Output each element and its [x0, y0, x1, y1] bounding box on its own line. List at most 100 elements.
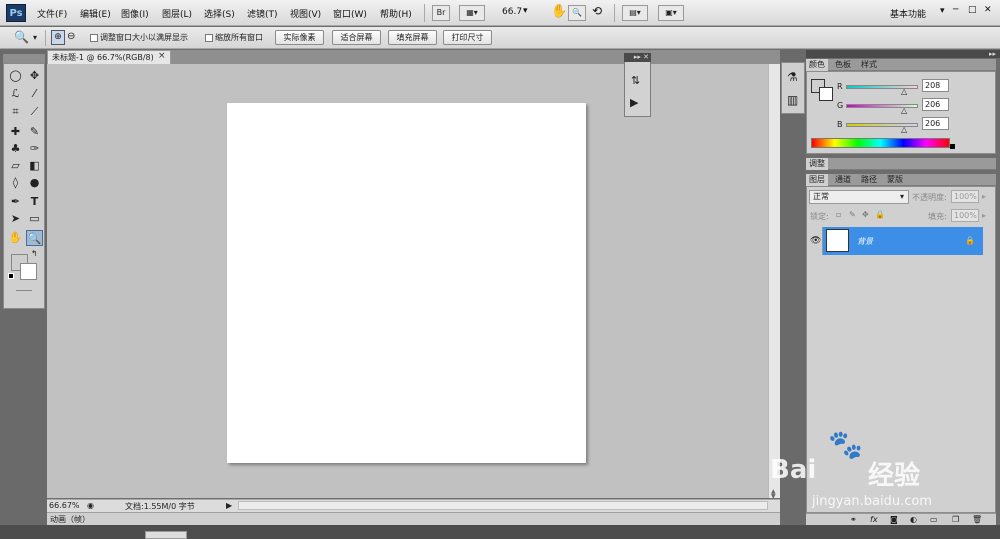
menu-view[interactable]: 视图(V): [290, 7, 321, 20]
tab-paths[interactable]: 路径: [858, 174, 880, 186]
status-arrow-icon[interactable]: ▶: [226, 501, 232, 510]
g-slider-thumb[interactable]: △: [901, 106, 907, 115]
link-layers-icon[interactable]: ⚭: [850, 515, 857, 524]
zoom-in-icon[interactable]: ⊕: [51, 30, 65, 45]
delete-layer-icon[interactable]: 🗑: [972, 515, 982, 524]
g-slider[interactable]: [846, 104, 918, 108]
add-mask-icon[interactable]: ◙: [890, 515, 898, 524]
menu-select[interactable]: 选择(S): [204, 7, 235, 20]
opacity-field[interactable]: 100%: [951, 190, 979, 203]
clone-source-icon[interactable]: ⇅: [631, 74, 640, 87]
brush-tool-icon[interactable]: ✎: [26, 124, 43, 140]
chevron-down-icon[interactable]: ▾: [33, 33, 37, 42]
document-canvas[interactable]: [227, 103, 586, 463]
tab-adjustments[interactable]: 调整: [806, 158, 828, 170]
zoom-tool-preset-icon[interactable]: 🔍: [14, 30, 29, 44]
b-slider-thumb[interactable]: △: [901, 125, 907, 134]
gradient-tool-icon[interactable]: ◧: [26, 158, 43, 174]
resize-windows-checkbox[interactable]: [90, 34, 98, 42]
menu-file[interactable]: 文件(F): [37, 7, 67, 20]
layer-style-icon[interactable]: fx: [870, 515, 878, 524]
tab-channels[interactable]: 通道: [832, 174, 854, 186]
tab-styles[interactable]: 样式: [858, 59, 880, 71]
new-layer-icon[interactable]: ❐: [952, 515, 959, 524]
layer-comps-icon[interactable]: ▥: [787, 93, 798, 107]
fit-screen-button[interactable]: 适合屏幕: [332, 30, 381, 45]
eyedropper-tool-icon[interactable]: ⟋: [26, 104, 43, 120]
zoom-tool-icon[interactable]: 🔍: [26, 230, 43, 246]
zoom-tool-button[interactable]: 🔍: [568, 5, 586, 21]
chevron-down-icon[interactable]: ▾: [940, 6, 945, 16]
chevron-down-icon[interactable]: ▾: [900, 192, 904, 201]
screen-mode-button[interactable]: ▣▾: [658, 5, 684, 21]
tab-color[interactable]: 颜色: [806, 59, 828, 71]
r-slider-thumb[interactable]: △: [901, 87, 907, 96]
crop-tool-icon[interactable]: ⌗: [7, 104, 24, 120]
clone-stamp-tool-icon[interactable]: ♣: [7, 141, 24, 157]
zoom-out-icon[interactable]: ⊖: [67, 31, 75, 42]
lock-all-icon[interactable]: 🔒: [875, 210, 885, 219]
blur-tool-icon[interactable]: ◊: [7, 175, 24, 191]
rotate-view-icon[interactable]: ⟲: [592, 4, 602, 18]
blend-mode-select[interactable]: 正常: [809, 190, 909, 204]
hand-tool-icon[interactable]: ✋: [7, 230, 24, 246]
fill-screen-button[interactable]: 填充屏幕: [388, 30, 437, 45]
lock-position-icon[interactable]: ✥: [862, 210, 869, 219]
arrange-documents-button[interactable]: ▤▾: [622, 5, 648, 21]
b-value-field[interactable]: 206: [922, 117, 949, 130]
eraser-tool-icon[interactable]: ▱: [7, 158, 24, 174]
workspace-switcher[interactable]: 基本功能: [890, 7, 926, 20]
menu-image[interactable]: 图像(I): [121, 7, 149, 20]
history-icon[interactable]: ⚗: [787, 70, 798, 84]
fill-arrow-icon[interactable]: ▸: [982, 211, 986, 220]
fill-field[interactable]: 100%: [951, 209, 979, 222]
status-menu-icon[interactable]: ◉: [87, 501, 94, 510]
color-panel-background[interactable]: [819, 87, 833, 101]
horizontal-scrollbar[interactable]: [238, 501, 768, 510]
menu-layer[interactable]: 图层(L): [162, 7, 192, 20]
tab-swatches[interactable]: 色板: [832, 59, 854, 71]
r-value-field[interactable]: 208: [922, 79, 949, 92]
adjustment-layer-icon[interactable]: ◐: [910, 515, 917, 524]
layer-name[interactable]: 背景: [857, 236, 873, 247]
spectrum-black-swatch[interactable]: [950, 144, 955, 149]
new-group-icon[interactable]: ▭: [930, 515, 938, 524]
minimize-button[interactable]: ─: [953, 5, 958, 15]
view-extras-button[interactable]: ▦▾: [459, 5, 485, 21]
path-selection-tool-icon[interactable]: ➤: [7, 211, 24, 227]
taskbar-item[interactable]: [145, 531, 187, 539]
chevron-down-icon[interactable]: ▾: [523, 6, 528, 16]
menu-help[interactable]: 帮助(H): [380, 7, 412, 20]
maximize-button[interactable]: □: [968, 5, 977, 15]
magic-wand-tool-icon[interactable]: ⁄: [26, 86, 43, 102]
color-spectrum-bar[interactable]: [811, 138, 950, 148]
shape-tool-icon[interactable]: ▭: [26, 211, 43, 227]
tab-layers[interactable]: 图层: [806, 174, 828, 186]
vertical-scrollbar[interactable]: [768, 64, 780, 498]
toolbox-header[interactable]: [3, 54, 45, 63]
menu-filter[interactable]: 滤镜(T): [247, 7, 278, 20]
menu-window[interactable]: 窗口(W): [333, 7, 367, 20]
r-slider[interactable]: [846, 85, 918, 89]
actions-play-icon[interactable]: ▶: [630, 96, 638, 109]
zoom-level-field[interactable]: 66.7: [502, 7, 522, 17]
b-slider[interactable]: [846, 123, 918, 127]
swap-colors-icon[interactable]: ↰: [31, 249, 38, 258]
healing-brush-tool-icon[interactable]: ✚: [7, 124, 24, 140]
zoom-status[interactable]: 66.67%: [49, 501, 80, 510]
panels-dock-header[interactable]: ▸▸: [806, 50, 1000, 58]
lock-transparency-icon[interactable]: ▫: [836, 210, 841, 219]
close-document-icon[interactable]: ×: [158, 51, 166, 61]
print-size-button[interactable]: 打印尺寸: [443, 30, 492, 45]
eye-icon[interactable]: 👁: [810, 236, 821, 246]
document-tab[interactable]: 未标题-1 @ 66.7%(RGB/8): [47, 50, 171, 64]
type-tool-icon[interactable]: T: [26, 194, 43, 210]
menu-edit[interactable]: 编辑(E): [80, 7, 111, 20]
opacity-arrow-icon[interactable]: ▸: [982, 192, 986, 201]
marquee-tool-icon[interactable]: ◯: [7, 68, 24, 84]
lasso-tool-icon[interactable]: ℒ: [7, 86, 24, 102]
close-button[interactable]: ✕: [984, 5, 992, 15]
floating-panel-header[interactable]: ▸▸ ✕: [624, 53, 651, 62]
animation-frames-tab[interactable]: 动画（帧）: [50, 514, 90, 525]
lock-image-icon[interactable]: ✎: [849, 210, 856, 219]
